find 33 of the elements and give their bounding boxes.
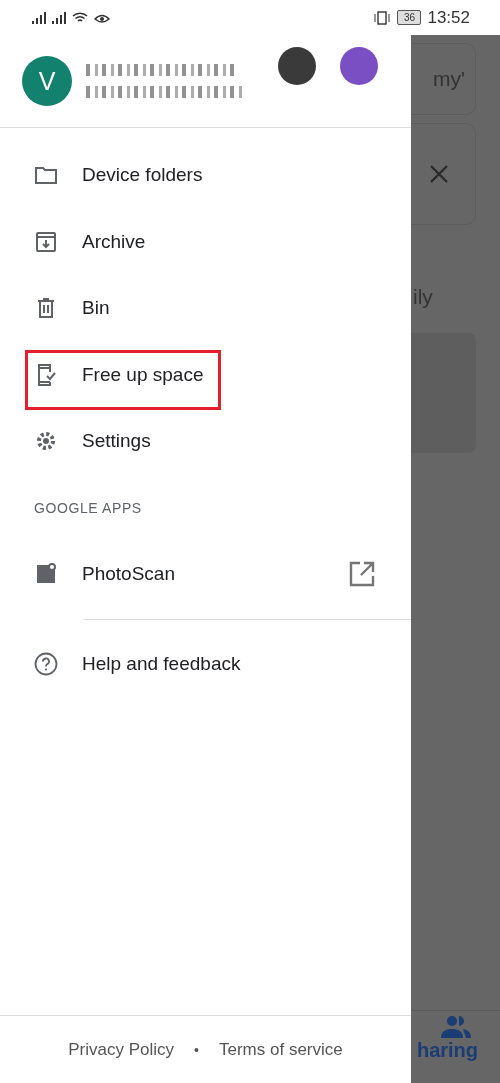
menu-item[interactable]: Free up space xyxy=(0,341,411,408)
separator-dot: • xyxy=(194,1041,199,1058)
app-item-label: PhotoScan xyxy=(82,562,175,585)
menu-item[interactable]: Help and feedback xyxy=(0,631,411,698)
menu-item-label: Bin xyxy=(82,297,110,320)
menu-item-label: Free up space xyxy=(82,363,204,386)
account-avatar[interactable]: V xyxy=(22,56,72,106)
photo-scan-icon xyxy=(34,561,58,586)
battery-level: 36 xyxy=(397,10,422,25)
help-icon xyxy=(34,652,58,677)
account-avatar[interactable] xyxy=(278,47,316,85)
menu-item[interactable]: Settings xyxy=(0,408,411,475)
nav-label: haring xyxy=(416,1039,479,1062)
app-item[interactable]: PhotoScan xyxy=(0,540,411,607)
signal-icon xyxy=(32,11,46,24)
archive-icon xyxy=(34,229,58,254)
terms-link[interactable]: Terms of service xyxy=(219,1039,343,1060)
clock-time: 13:52 xyxy=(427,7,470,28)
menu-item-label: Device folders xyxy=(82,164,203,187)
signal-icon xyxy=(52,11,66,24)
close-icon xyxy=(429,164,449,184)
external-link-icon[interactable] xyxy=(349,560,375,587)
menu-item-label: Settings xyxy=(82,430,151,453)
menu-item[interactable]: Device folders xyxy=(0,142,411,209)
wifi-icon xyxy=(72,11,88,24)
account-avatar[interactable] xyxy=(340,47,378,85)
section-title: GOOGLE APPS xyxy=(33,498,143,518)
menu-item-label: Help and feedback xyxy=(82,653,241,676)
menu-item-label: Archive xyxy=(82,230,146,253)
privacy-policy-link[interactable]: Privacy Policy xyxy=(68,1039,175,1060)
vibrate-icon xyxy=(373,10,392,25)
menu-item[interactable]: Archive xyxy=(0,208,411,275)
menu-item[interactable]: Bin xyxy=(0,275,411,342)
